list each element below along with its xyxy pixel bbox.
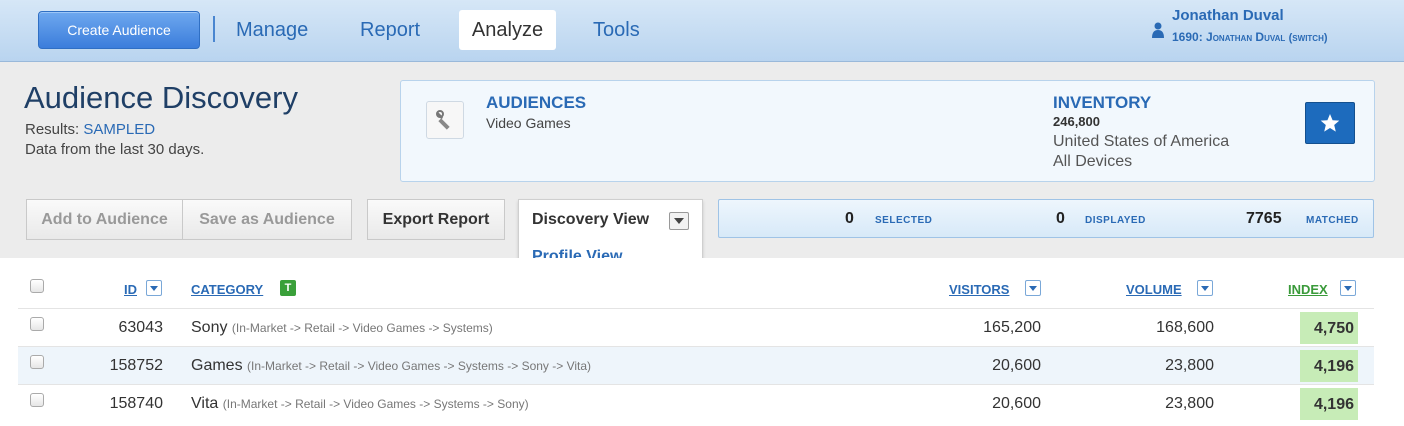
table-row[interactable]: 158752 Games (In-Market -> Retail -> Vid… [18,346,1374,384]
nav-item-analyze[interactable]: Analyze [459,10,556,50]
row-visitors: 165,200 [983,319,1041,336]
row-index: 4,196 [1300,350,1358,382]
table-row[interactable]: 63043 Sony (In-Market -> Retail -> Video… [18,308,1374,346]
row-volume: 168,600 [1156,319,1214,336]
audience-info-panel: AUDIENCES Video Games INVENTORY 246,800 … [400,80,1375,182]
edit-audience-button[interactable] [426,101,464,139]
header-category[interactable]: CATEGORY [191,282,263,297]
audiences-value: Video Games [486,115,571,131]
nav-item-manage[interactable]: Manage [224,10,320,50]
sort-index-button[interactable] [1340,280,1356,296]
row-index-value: 4,196 [1313,396,1354,413]
chevron-down-icon [674,218,684,224]
row-category: Vita (In-Market -> Retail -> Video Games… [191,395,529,413]
category-path: (In-Market -> Retail -> Video Games -> S… [231,321,493,335]
page-title: Audience Discovery [24,80,298,115]
view-dropdown-toggle[interactable] [669,212,689,230]
user-icon [1152,22,1164,38]
audiences-heading: AUDIENCES [486,93,587,112]
wrench-icon [436,110,450,130]
inventory-devices: All Devices [1053,153,1133,170]
header-index[interactable]: INDEX [1288,282,1328,297]
category-path: (In-Market -> Retail -> Video Games -> S… [222,397,529,411]
category-path: (In-Market -> Retail -> Video Games -> S… [247,359,592,373]
star-icon [1320,114,1340,132]
results-table: ID CATEGORY T VISITORS VOLUME INDEX 6304… [0,258,1404,426]
row-checkbox[interactable] [30,393,44,407]
top-navigation-bar: Create Audience Manage Report Analyze To… [0,0,1404,62]
row-category: Sony (In-Market -> Retail -> Video Games… [191,319,493,337]
row-id: 158740 [109,395,163,412]
chevron-down-icon [1344,285,1352,291]
displayed-count: 0 [1056,210,1065,227]
matched-count: 7765 [1246,210,1282,227]
sort-id-button[interactable] [146,280,162,296]
save-as-audience-button[interactable]: Save as Audience [182,199,352,240]
sort-volume-button[interactable] [1197,280,1213,296]
category-name: Games [191,357,243,374]
row-category: Games (In-Market -> Retail -> Video Game… [191,357,591,375]
table-row[interactable]: 158740 Vita (In-Market -> Retail -> Vide… [18,384,1374,422]
account-label: 1690: Jonathan Duval [1172,30,1286,44]
inventory-country: United States of America [1053,133,1230,150]
row-visitors: 20,600 [992,357,1041,374]
switch-account-link[interactable]: (switch) [1289,32,1328,44]
category-name: Sony [191,319,228,336]
category-name: Vita [191,395,219,412]
nav-separator [213,16,215,42]
matched-label: MATCHED [1306,215,1359,226]
results-value: SAMPLED [83,121,156,138]
row-index: 4,750 [1300,312,1358,344]
row-visitors: 20,600 [992,395,1041,412]
account-info: 1690: Jonathan Duval (switch) [1172,30,1328,44]
nav-item-tools[interactable]: Tools [581,10,652,50]
add-to-audience-button[interactable]: Add to Audience [26,199,183,240]
results-info: Results: SAMPLED [25,121,155,138]
row-checkbox[interactable] [30,317,44,331]
displayed-label: DISPLAYED [1085,215,1146,226]
export-report-button[interactable]: Export Report [367,199,505,240]
user-name[interactable]: Jonathan Duval [1172,7,1284,24]
view-selected-label: Discovery View [532,211,650,228]
row-id: 158752 [109,357,163,374]
select-all-checkbox[interactable] [30,279,44,293]
selection-status-bar: 0 SELECTED 0 DISPLAYED 7765 MATCHED [718,199,1374,238]
data-range-text: Data from the last 30 days. [25,141,205,158]
nav-item-report[interactable]: Report [348,10,432,50]
selected-label: SELECTED [875,215,933,226]
selected-count: 0 [845,210,854,227]
create-audience-button[interactable]: Create Audience [38,11,200,49]
filter-category-button[interactable]: T [280,280,296,296]
chevron-down-icon [150,285,158,291]
favorite-button[interactable] [1305,102,1355,144]
header-visitors[interactable]: VISITORS [949,282,1009,297]
row-volume: 23,800 [1165,395,1214,412]
header-id[interactable]: ID [124,282,137,297]
inventory-count: 246,800 [1053,114,1100,129]
sort-visitors-button[interactable] [1025,280,1041,296]
inventory-heading: INVENTORY [1053,93,1152,112]
row-index-value: 4,196 [1313,358,1354,375]
row-checkbox[interactable] [30,355,44,369]
filter-icon: T [284,282,292,294]
results-label: Results: [25,121,80,138]
header-volume[interactable]: VOLUME [1126,282,1182,297]
chevron-down-icon [1029,285,1037,291]
chevron-down-icon [1201,285,1209,291]
row-index: 4,196 [1300,388,1358,420]
row-index-value: 4,750 [1313,320,1354,337]
row-volume: 23,800 [1165,357,1214,374]
row-id: 63043 [118,319,164,336]
